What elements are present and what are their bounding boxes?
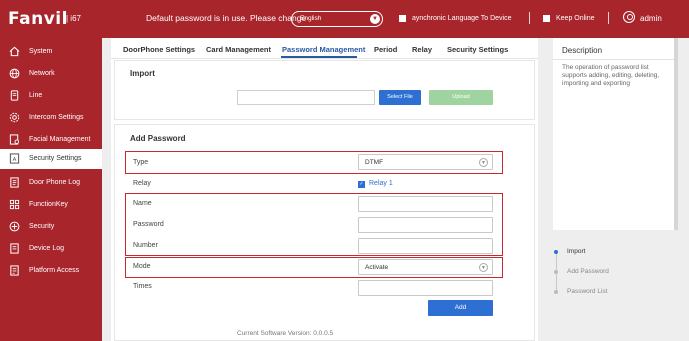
divider — [553, 59, 674, 60]
language-select[interactable]: English ▼ — [291, 11, 383, 27]
relay-label: Relay — [133, 180, 151, 187]
gear-icon — [9, 112, 20, 123]
sidebar-item-network[interactable]: Network — [0, 64, 102, 83]
type-label: Type — [133, 159, 149, 166]
tab-relay[interactable]: Relay — [412, 45, 432, 54]
section-title: Add Password — [130, 134, 186, 143]
sync-language-label: aynchronic Language To Device — [412, 15, 512, 22]
relay-1-checkbox[interactable]: ✓ — [358, 181, 365, 188]
tab-doorphone-settings[interactable]: DoorPhone Settings — [123, 45, 195, 54]
platform-icon — [9, 265, 20, 276]
sidebar-item-facial-management[interactable]: Facial Management — [0, 130, 102, 149]
username[interactable]: admin — [640, 14, 662, 23]
home-icon — [9, 46, 20, 57]
divider — [529, 12, 530, 24]
sidebar-item-system[interactable]: System — [0, 42, 102, 61]
log-icon — [9, 177, 20, 188]
sidebar-item-door-phone-log[interactable]: Door Phone Log — [0, 173, 102, 192]
tab-security-settings[interactable]: Security Settings — [447, 45, 508, 54]
anchor-dot-active — [554, 250, 558, 254]
password-label: Password — [133, 221, 164, 228]
device-model: | i67 — [66, 14, 81, 23]
software-version: Current Software Version: 0.0.0.5 — [237, 330, 334, 337]
sync-language-checkbox[interactable] — [399, 15, 406, 22]
description-scrollbar[interactable] — [674, 38, 678, 230]
description-panel: Description The operation of password li… — [553, 38, 674, 230]
sidebar-item-device-log[interactable]: Device Log — [0, 239, 102, 258]
globe-icon — [9, 68, 20, 79]
divider — [608, 12, 609, 24]
divider — [111, 58, 538, 59]
tab-password-management[interactable]: Password Management — [282, 45, 365, 54]
sidebar-item-label: Line — [29, 92, 43, 99]
sidebar-item-label: Device Log — [29, 245, 65, 252]
sidebar-item-label: System — [29, 48, 53, 55]
fanvil-logo: Fanvil — [8, 9, 68, 29]
language-value: English — [300, 15, 322, 22]
sidebar-item-security-settings[interactable]: A Security Settings — [0, 149, 102, 169]
top-bar: Fanvil | i67 Default password is in use.… — [0, 0, 689, 38]
number-input[interactable] — [358, 238, 493, 254]
sidebar-item-label: Security Settings — [29, 155, 82, 162]
times-label: Times — [133, 283, 152, 290]
sidebar-item-label: Platform Access — [29, 267, 80, 274]
upload-button[interactable]: Upload — [429, 90, 493, 105]
shield-icon — [9, 221, 20, 232]
chevron-down-icon: ▼ — [479, 158, 488, 167]
face-icon — [9, 134, 20, 145]
type-select[interactable]: DTMF ▼ — [358, 154, 493, 170]
anchor-add-password[interactable]: Add Password — [567, 268, 609, 275]
keep-online-label: Keep Online — [556, 15, 595, 22]
mode-value: Activate — [365, 264, 389, 271]
sidebar-item-label: Intercom Settings — [29, 114, 84, 121]
chevron-down-icon: ▼ — [479, 263, 488, 272]
sidebar-item-line[interactable]: Line — [0, 86, 102, 105]
relay-1-label: Relay 1 — [369, 180, 393, 187]
section-title: Import — [130, 69, 155, 78]
import-section: Import Select File Upload — [114, 60, 535, 120]
chevron-down-icon: ▼ — [370, 14, 380, 24]
description-text: The operation of password list supports … — [562, 64, 660, 87]
security-settings-icon: A — [9, 153, 20, 164]
password-input[interactable] — [358, 217, 493, 233]
select-file-button[interactable]: Select File — [379, 90, 421, 105]
name-input[interactable] — [358, 196, 493, 212]
number-label: Number — [133, 242, 158, 249]
anchor-password-list[interactable]: Password List — [567, 288, 607, 295]
sidebar-item-intercom-settings[interactable]: Intercom Settings — [0, 108, 102, 127]
user-icon[interactable] — [623, 11, 635, 23]
sidebar-item-security[interactable]: Security — [0, 217, 102, 236]
phone-icon — [9, 90, 20, 101]
anchor-import[interactable]: Import — [567, 248, 585, 255]
add-button[interactable]: Add — [428, 300, 493, 316]
device-log-icon — [9, 243, 20, 254]
anchor-dot — [554, 290, 558, 294]
sidebar-item-functionkey[interactable]: FunctionKey — [0, 195, 102, 214]
sidebar-item-platform-access[interactable]: Platform Access — [0, 261, 102, 280]
keep-online-checkbox[interactable] — [543, 15, 550, 22]
mode-label: Mode — [133, 263, 151, 270]
description-title: Description — [562, 46, 603, 55]
mode-select[interactable]: Activate ▼ — [358, 259, 493, 275]
file-path-input[interactable] — [237, 90, 375, 105]
sidebar-item-label: Network — [29, 70, 55, 77]
sidebar-item-label: Facial Management — [29, 136, 91, 143]
tab-card-management[interactable]: Card Management — [206, 45, 271, 54]
sidebar-item-label: FunctionKey — [29, 201, 68, 208]
svg-text:A: A — [13, 157, 17, 163]
times-input[interactable] — [358, 280, 493, 296]
password-warning[interactable]: Default password is in use. Please chang… — [146, 13, 306, 23]
anchor-dot — [554, 270, 558, 274]
grid-icon — [9, 199, 20, 210]
tab-period[interactable]: Period — [374, 45, 397, 54]
name-label: Name — [133, 200, 152, 207]
sidebar-item-label: Security — [29, 223, 55, 230]
sidebar-item-label: Door Phone Log — [29, 179, 80, 186]
sidebar: System Network Line Intercom Settings Fa… — [0, 38, 102, 341]
type-value: DTMF — [365, 159, 384, 166]
